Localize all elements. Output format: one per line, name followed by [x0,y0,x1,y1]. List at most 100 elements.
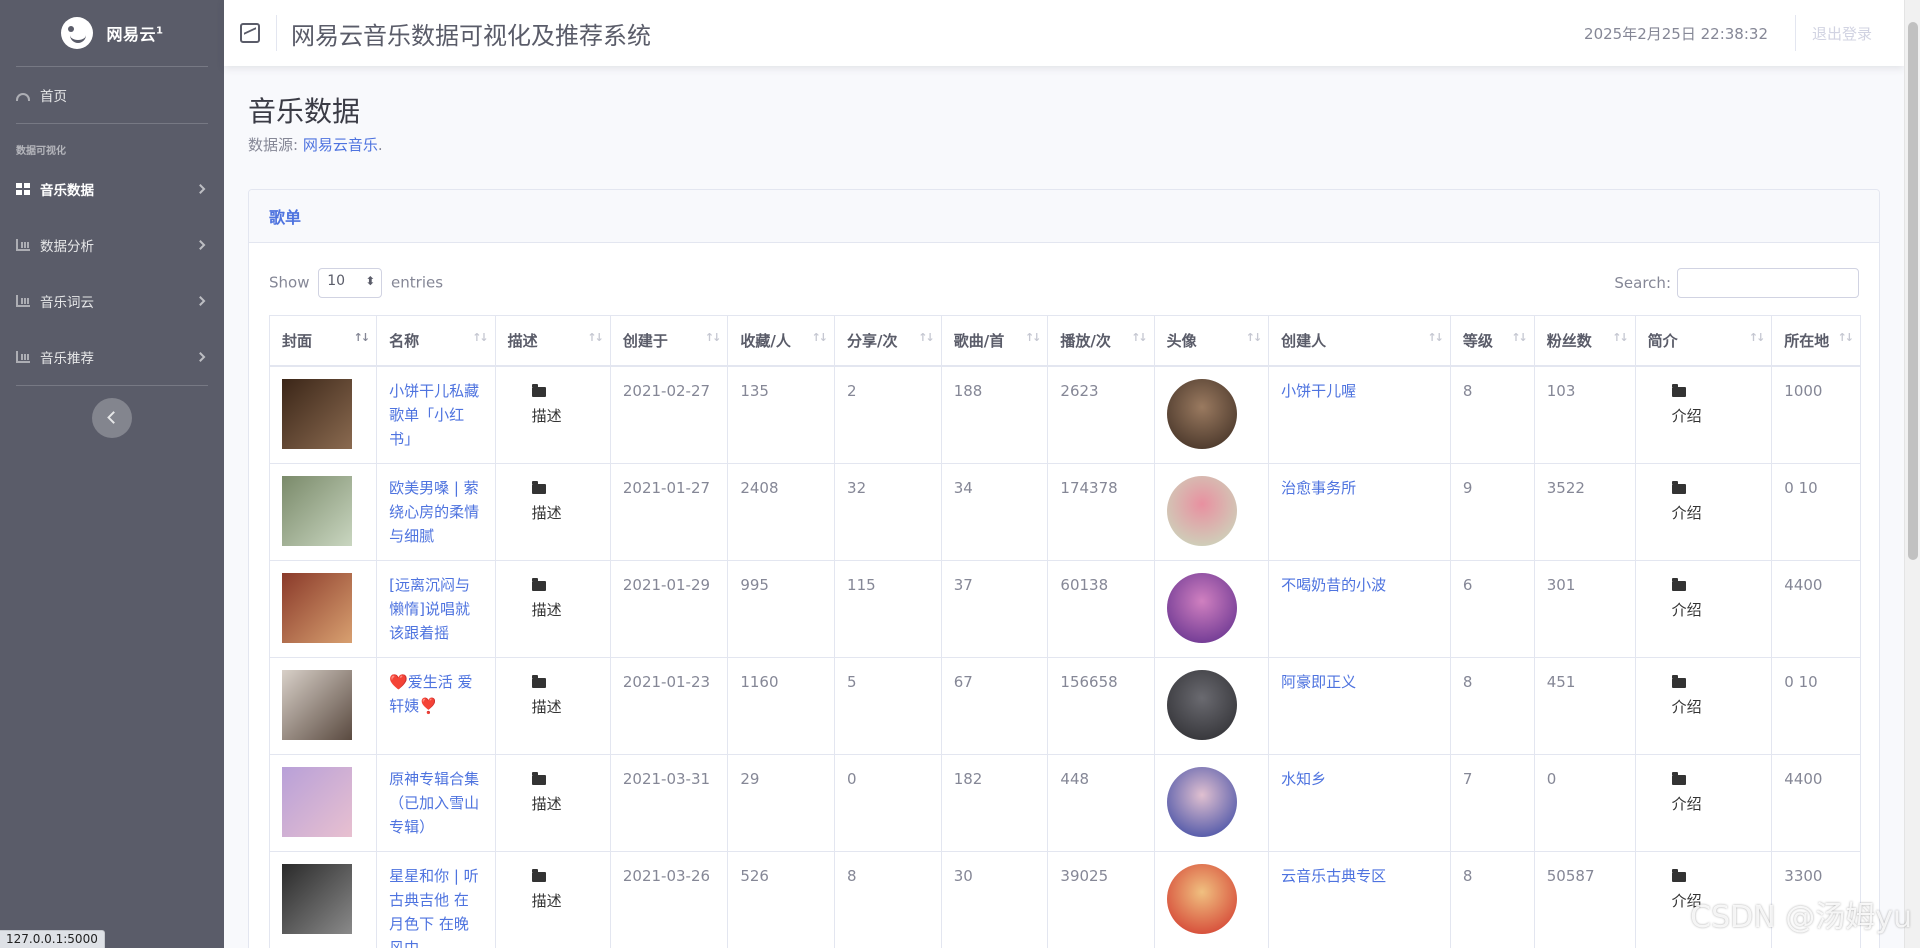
cell-created: 2021-01-27 [622,478,711,497]
cell-location: 0 10 [1784,478,1818,497]
show-label: Show [269,273,310,292]
table-row[interactable]: ❤️爱生活 爱轩姨❣️ 描述 2021-01-23 1160 5 67 156658 阿豪即正… [269,656,1861,755]
avatar[interactable] [1166,669,1237,740]
cell-songs: 188 [953,381,983,400]
column-header[interactable]: 分享/次 ↑↓ [834,315,942,367]
cover-image[interactable] [282,766,352,837]
cover-image[interactable] [282,475,352,546]
description-button[interactable]: 描述 [508,767,598,816]
creator-link[interactable]: 水知乡 [1281,770,1326,788]
sidebar-item-word-cloud[interactable]: 音乐词云 [0,273,224,329]
cell-level: 9 [1462,478,1473,497]
cell-fans: 301 [1546,575,1576,594]
cell-created: 2021-01-23 [622,672,711,691]
sort-icon: ↑↓ [811,331,829,344]
sidebar-toggle-button[interactable] [92,398,132,438]
sort-icon: ↑↓ [1612,331,1629,344]
cover-image[interactable] [282,669,352,740]
playlist-name-link[interactable]: 小饼干儿私藏歌单「小红书」 [389,382,479,448]
sidebar-item-music-data[interactable]: 音乐数据 [0,161,224,217]
creator-link[interactable]: 云音乐古典专区 [1281,867,1386,885]
cell-favorites: 526 [740,866,769,885]
column-header[interactable]: 播放/次 ↑↓ [1047,315,1155,367]
avatar[interactable] [1166,572,1237,643]
column-header[interactable]: 粉丝数 ↑↓ [1533,315,1636,367]
sort-icon: ↑↓ [1427,331,1444,344]
search-label: Search: [1614,274,1671,292]
playlist-name-link[interactable]: ❤️爱生活 爱轩姨❣️ [389,673,472,715]
table-row[interactable]: 原神专辑合集（已加入雪山专辑） 描述 2021-03-31 29 0 182 448 水知乡 7… [269,753,1861,852]
page-title: 音乐数据 [248,95,361,128]
page-header: 音乐数据 数据源: 网易云音乐. [248,90,1880,155]
description-button[interactable]: 描述 [508,670,598,719]
avatar[interactable] [1166,475,1237,546]
folder-icon [1671,480,1686,494]
column-header[interactable]: 所在地 ↑↓ [1771,315,1861,367]
description-button[interactable]: 描述 [508,864,598,913]
avatar[interactable] [1166,378,1237,449]
folder-icon [1671,383,1686,397]
sidebar-item-home[interactable]: 首页 [0,67,224,123]
description-label: 描述 [531,600,562,619]
description-button[interactable]: 描述 [508,476,598,525]
table-row[interactable]: [远离沉闷与懒惰]说唱就该跟着摇 描述 2021-01-29 995 115 37 6013… [269,559,1861,658]
intro-button[interactable]: 介绍 [1648,379,1760,428]
cover-image[interactable] [282,378,352,449]
cell-songs: 182 [953,769,983,788]
watermark: CSDN @汤姆yu [1690,900,1912,935]
cell-songs: 37 [953,575,973,594]
column-header[interactable]: 歌曲/首 ↑↓ [940,315,1049,367]
column-header-label: 播放/次 [1060,331,1111,350]
description-button[interactable]: 描述 [508,379,598,428]
brand[interactable]: 网易云1 [0,0,224,66]
column-header[interactable]: 封面 ↑↓ [269,315,378,367]
topbar-divider [1795,15,1796,51]
sort-icon: ↑↓ [1748,331,1766,344]
table-row[interactable]: 欧美男嗓 | 萦绕心房的柔情与细腻 描述 2021-01-27 2408 32 34 174… [269,462,1861,561]
column-header[interactable]: 等级 ↑↓ [1449,315,1535,367]
avatar[interactable] [1166,863,1237,934]
cell-created: 2021-02-27 [622,381,711,400]
data-source-link[interactable]: 网易云音乐 [303,136,378,154]
column-header-label: 粉丝数 [1546,331,1592,350]
playlist-name-link[interactable]: 原神专辑合集（已加入雪山专辑） [389,770,479,836]
description-label: 描述 [531,697,562,716]
cell-shares: 8 [847,866,857,885]
playlist-name-link[interactable]: 欧美男嗓 | 萦绕心房的柔情与细腻 [389,479,479,545]
column-header-label: 创建于 [622,331,668,350]
intro-button[interactable]: 介绍 [1648,767,1760,816]
logout-link[interactable]: 退出登录 [1812,23,1872,44]
creator-link[interactable]: 阿豪即正义 [1281,673,1356,691]
creator-link[interactable]: 治愈事务所 [1281,479,1356,497]
cover-image[interactable] [282,863,352,934]
sidebar-item-data-analysis[interactable]: 数据分析 [0,217,224,273]
column-header-label: 简介 [1647,331,1678,350]
column-header[interactable]: 描述 ↑↓ [494,315,611,367]
playlist-name-link[interactable]: 星星和你 | 听古典吉他 在月色下 在晚风中 [389,867,479,948]
cover-image[interactable] [282,572,352,643]
column-header[interactable]: 收藏/人 ↑↓ [727,315,836,367]
table-row[interactable]: 星星和你 | 听古典吉他 在月色下 在晚风中 描述 2021-03-26 526 8 30… [269,850,1861,948]
entries-select[interactable]: 10 [318,268,383,298]
column-header[interactable]: 头像 ↑↓ [1153,315,1270,367]
intro-button[interactable]: 介绍 [1648,573,1760,622]
folder-icon [531,771,546,785]
page-scrollbar[interactable] [1904,0,1920,948]
table-row[interactable]: 小饼干儿私藏歌单「小红书」 描述 2021-02-27 135 2 188 2623 小饼干儿… [269,365,1861,464]
playlist-name-link[interactable]: [远离沉闷与懒惰]说唱就该跟着摇 [389,576,470,642]
description-button[interactable]: 描述 [508,573,598,622]
creator-link[interactable]: 不喝奶昔的小波 [1281,576,1386,594]
cell-shares: 115 [847,575,876,594]
playlist-card: 歌单 Show 10 entries Search: [248,189,1880,948]
sidebar-item-recommend[interactable]: 音乐推荐 [0,329,224,385]
avatar[interactable] [1166,766,1237,837]
intro-button[interactable]: 介绍 [1648,670,1760,719]
column-header[interactable]: 创建于 ↑↓ [609,315,729,367]
scroll-thumb[interactable] [1908,22,1918,560]
creator-link[interactable]: 小饼干儿喔 [1281,382,1356,400]
column-header[interactable]: 创建人 ↑↓ [1268,315,1451,367]
search-input[interactable] [1677,268,1859,298]
intro-button[interactable]: 介绍 [1648,476,1760,525]
column-header[interactable]: 名称 ↑↓ [376,315,496,367]
column-header[interactable]: 简介 ↑↓ [1634,315,1773,367]
